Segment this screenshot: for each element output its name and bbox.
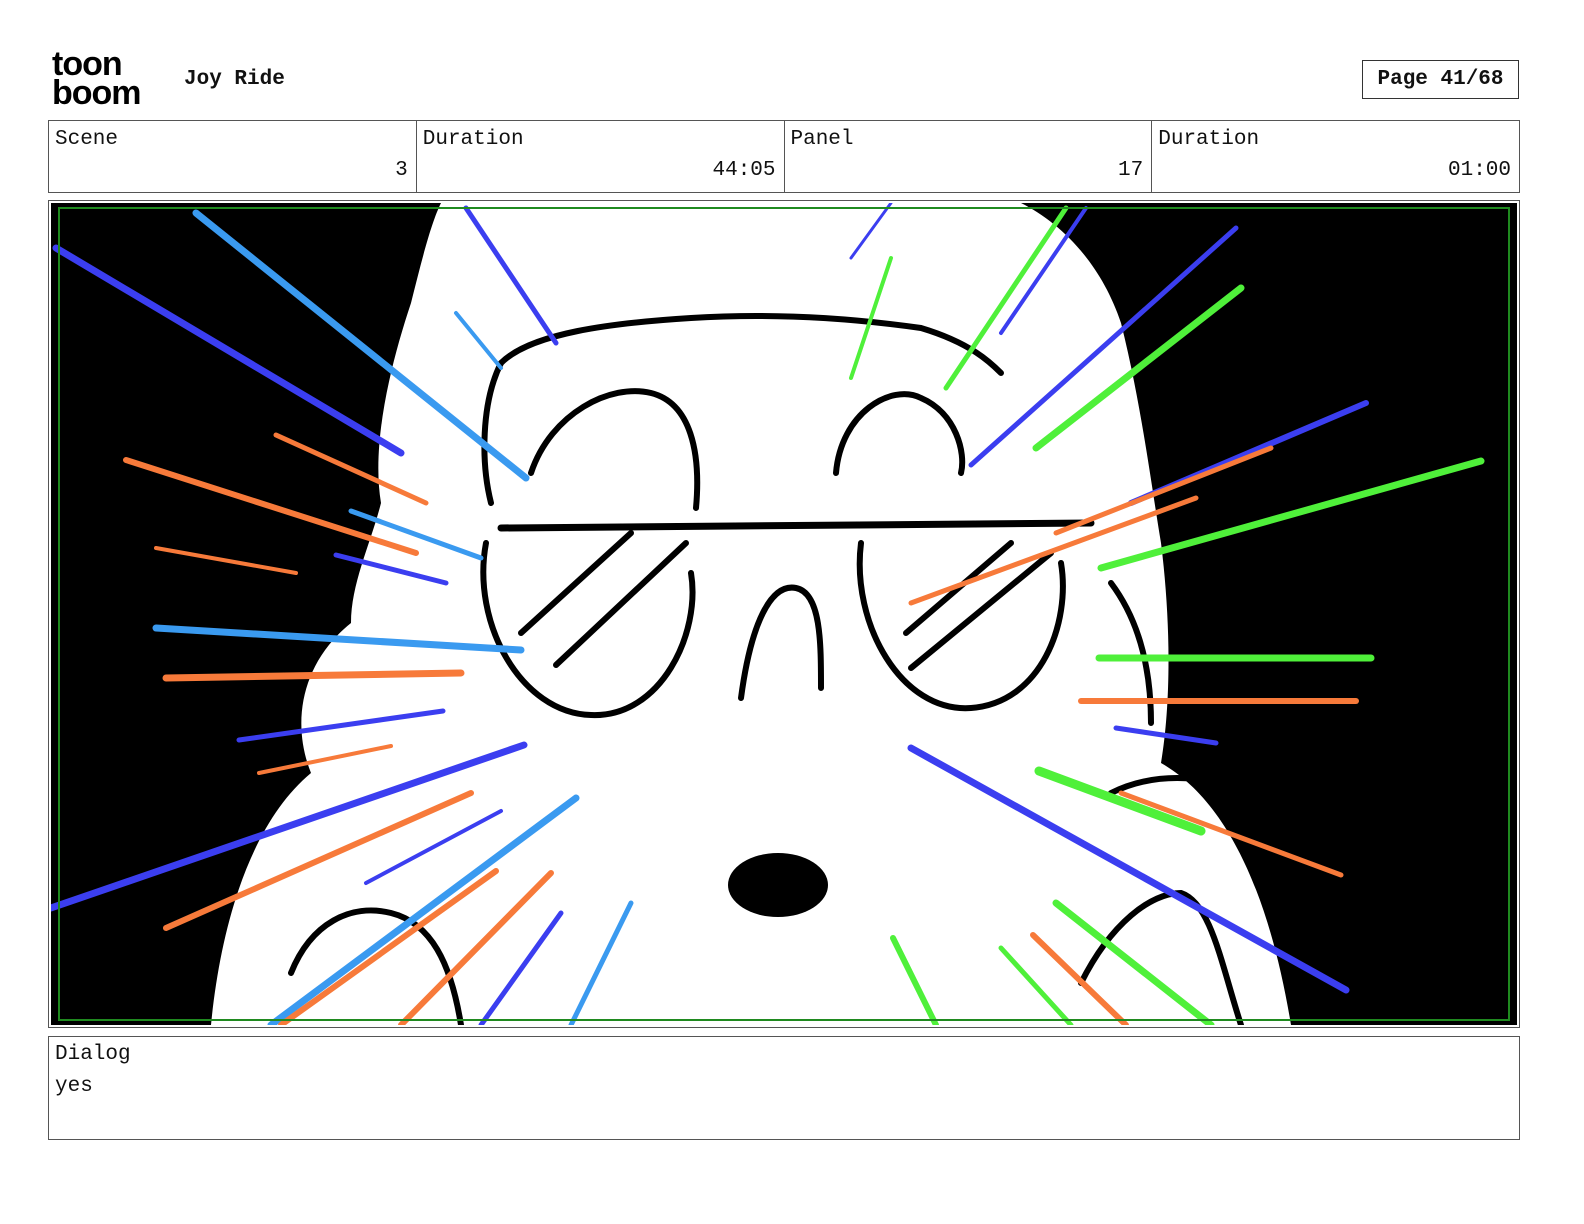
storyboard-sketch-svg: [51, 203, 1517, 1025]
page-indicator: Page 41/68: [1362, 60, 1519, 99]
toon-boom-logo: toon boom: [52, 47, 164, 114]
panel-info-row: Scene 3 Duration 44:05 Panel 17 Duration…: [48, 120, 1520, 193]
storyboard-drawing: [51, 203, 1517, 1025]
scene-duration-cell: Duration 44:05: [417, 121, 785, 192]
panel-duration-value: 01:00: [1447, 159, 1511, 182]
panel-duration-label: Duration: [1158, 128, 1260, 151]
panel-value: 17: [1118, 159, 1144, 182]
scene-value: 3: [395, 159, 408, 182]
panel-label: Panel: [790, 128, 854, 151]
project-title: Joy Ride: [184, 68, 285, 91]
panel-cell: Panel 17: [785, 121, 1153, 192]
speed-line: [162, 669, 465, 682]
dialog-label: Dialog: [55, 1043, 131, 1066]
dialog-text: yes: [55, 1075, 93, 1098]
glasses-bridge-line: [497, 519, 1095, 532]
mouth-shape: [728, 853, 828, 917]
panel-duration-cell: Duration 01:00: [1152, 121, 1519, 192]
scene-duration-value: 44:05: [712, 159, 776, 182]
scene-cell: Scene 3: [49, 121, 417, 192]
dialog-box: Dialog yes: [48, 1036, 1520, 1140]
scene-duration-label: Duration: [422, 128, 524, 151]
logo-line-2: boom: [52, 74, 142, 112]
scene-label: Scene: [55, 128, 119, 151]
